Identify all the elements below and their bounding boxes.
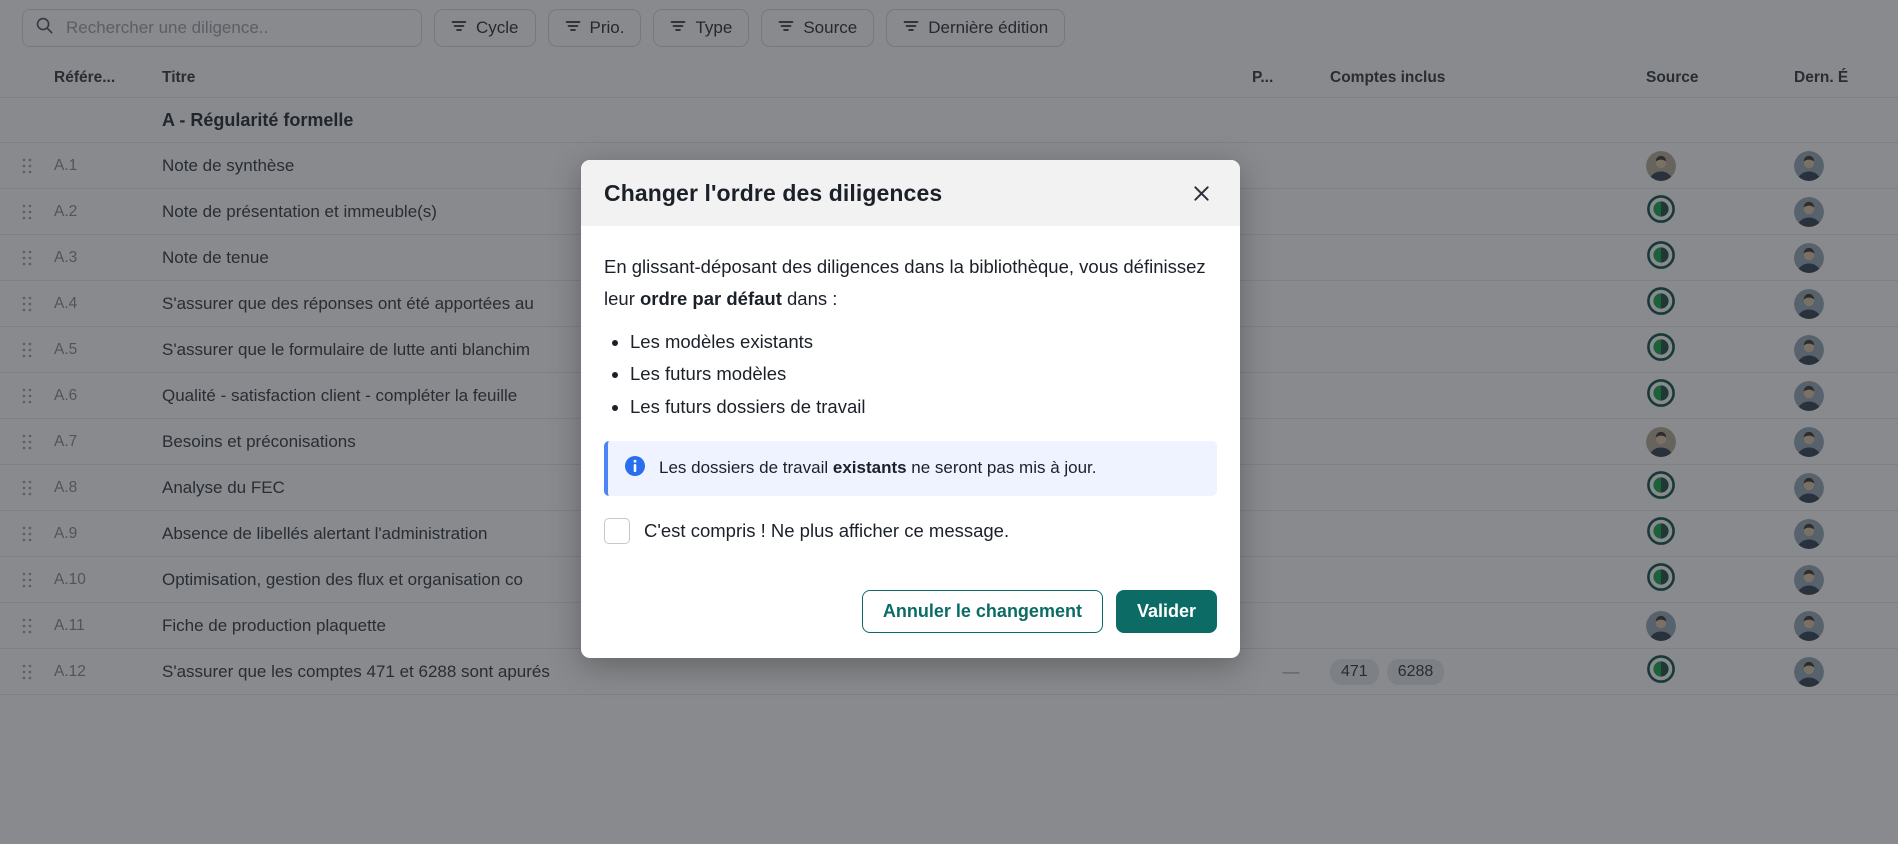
list-item: Les futurs dossiers de travail [630,391,1217,423]
info-text-part2: ne seront pas mis à jour. [906,458,1097,478]
dismiss-checkbox[interactable] [604,517,630,544]
dialog-intro-text: En glissant-déposant des diligences dans… [604,251,1217,316]
dialog-title: Changer l'ordre des diligences [604,180,943,206]
confirm-button[interactable]: Valider [1115,589,1217,633]
change-order-dialog: Changer l'ordre des diligences En glissa… [581,160,1240,658]
dismiss-checkbox-row[interactable]: C'est compris ! Ne plus afficher ce mess… [604,517,1217,544]
dialog-footer: Annuler le changement Valider [581,589,1240,658]
list-item: Les modèles existants [630,326,1217,358]
info-circle-icon [624,455,646,482]
dialog-header: Changer l'ordre des diligences [581,160,1240,226]
dialog-body: En glissant-déposant des diligences dans… [581,226,1240,590]
info-text-bold: existants [832,458,907,478]
info-callout-text: Les dossiers de travail existants ne ser… [659,456,1097,480]
close-icon[interactable] [1188,181,1214,207]
dialog-bullet-list: Les modèles existants Les futurs modèles… [604,326,1217,423]
list-item: Les futurs modèles [630,358,1217,390]
info-text-part1: Les dossiers de travail [659,458,833,478]
intro-text-bold: ordre par défaut [640,288,782,310]
cancel-button[interactable]: Annuler le changement [861,589,1103,633]
intro-text-part2: dans : [781,288,838,310]
info-callout: Les dossiers de travail existants ne ser… [604,440,1217,496]
dismiss-checkbox-label[interactable]: C'est compris ! Ne plus afficher ce mess… [644,520,1009,542]
